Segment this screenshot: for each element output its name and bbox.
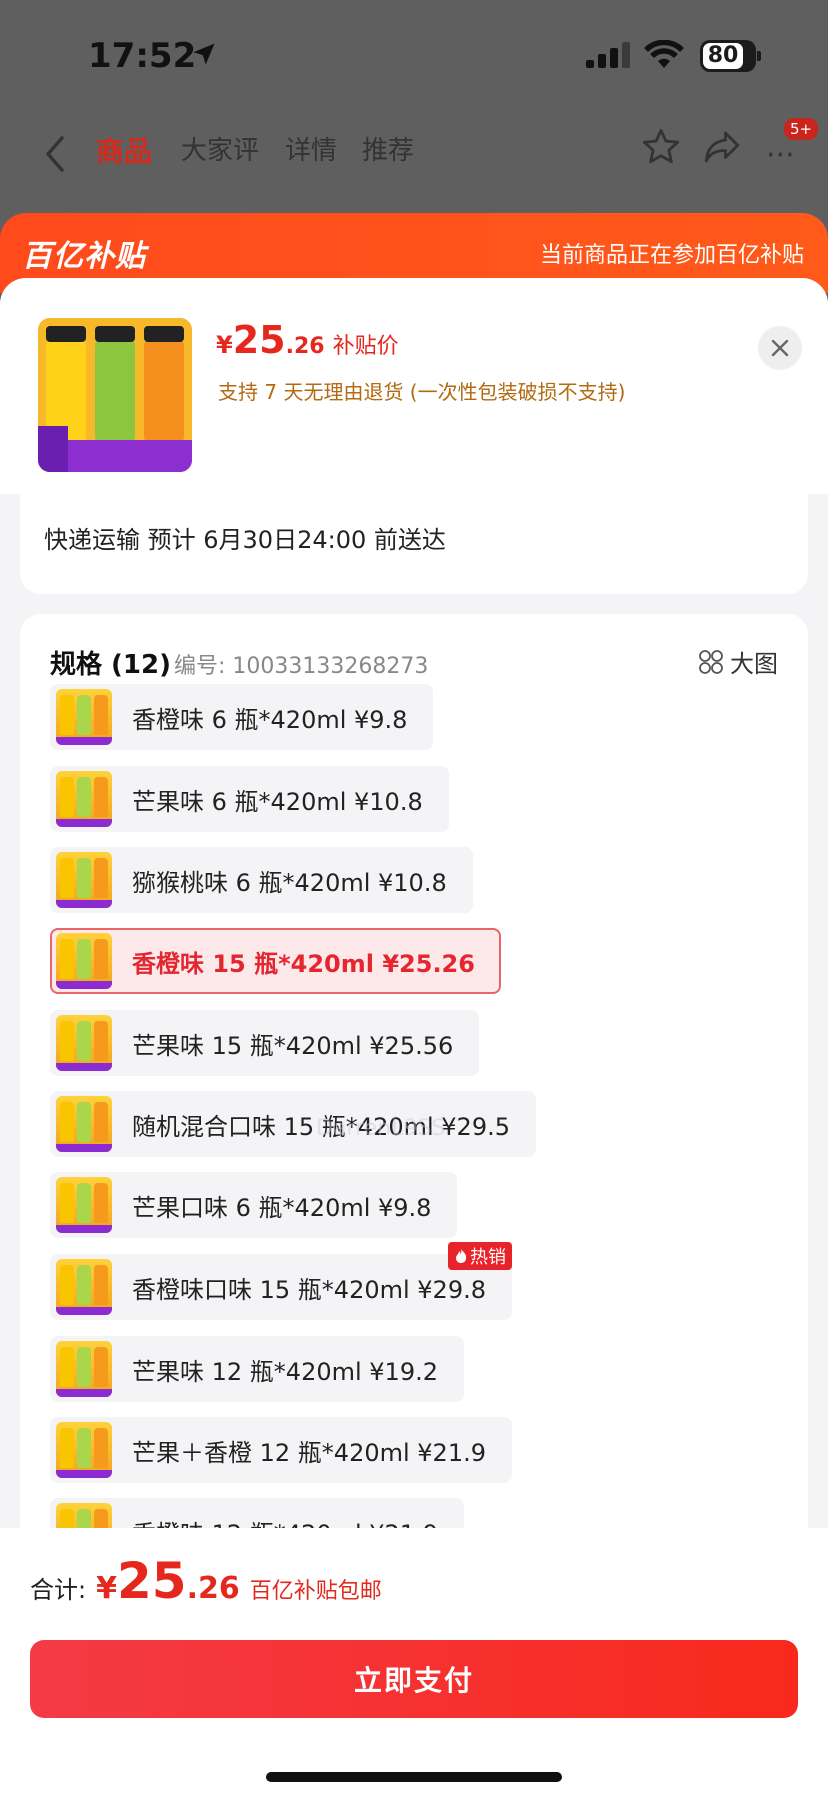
spec-option[interactable]: 香橙味口味 15 瓶*420ml ¥29.8 热销: [50, 1242, 512, 1320]
spec-thumbnail: [56, 1259, 112, 1315]
spec-option[interactable]: 芒果味 12 瓶*420ml ¥19.2: [50, 1336, 464, 1402]
flame-icon: [456, 1249, 467, 1263]
shipping-card: 快递运输 预计 6月30日24:00 前送达: [20, 478, 808, 594]
battery-icon: 80: [700, 40, 761, 72]
price-decimal: .26: [285, 334, 325, 359]
price-tag: 补贴价: [332, 334, 399, 359]
total-currency: ¥: [96, 1571, 117, 1606]
price-currency: ¥: [216, 331, 233, 359]
product-image[interactable]: [38, 318, 192, 472]
grid-icon: [699, 649, 723, 674]
total-price: 合计: ¥25.26 百亿补贴包邮: [30, 1552, 382, 1610]
return-policy: 支持 7 天无理由退货 (一次性包装破损不支持): [218, 380, 626, 404]
spec-option-label: 猕猴桃味 6 瓶*420ml ¥10.8: [132, 868, 447, 897]
spec-option[interactable]: 猕猴桃味 6 瓶*420ml ¥10.8: [50, 847, 473, 913]
top-nav: 商品 大家评 详情 推荐 ··· 5+: [0, 110, 828, 190]
big-image-label: 大图: [730, 650, 778, 678]
juice-bottles-icon: [38, 318, 192, 472]
spec-thumbnail: [56, 852, 112, 908]
location-arrow-icon: [193, 43, 215, 65]
spec-option[interactable]: 芒果味 6 瓶*420ml ¥10.8: [50, 766, 449, 832]
subsidy-price: ¥25.26 补贴价: [216, 318, 399, 362]
tab-reviews[interactable]: 大家评: [181, 130, 259, 167]
spec-thumbnail: [56, 1096, 112, 1152]
clock: 17:52: [88, 36, 197, 76]
status-bar: 17:52 80: [0, 0, 828, 110]
price-integer: 25: [232, 318, 286, 362]
home-indicator[interactable]: [266, 1772, 562, 1782]
total-decimal: .26: [186, 1571, 240, 1606]
spec-option-label: 芒果＋香橙 12 瓶*420ml ¥21.9: [132, 1438, 486, 1467]
spec-option-label: 芒果口味 6 瓶*420ml ¥9.8: [132, 1193, 432, 1222]
spec-title: 规格 (12): [50, 650, 171, 680]
spec-option-label: 芒果味 12 瓶*420ml ¥19.2: [132, 1357, 438, 1386]
subsidy-logo: 百亿补贴: [22, 239, 146, 274]
more-menu-icon[interactable]: ···: [766, 138, 795, 173]
spec-thumbnail: [56, 1015, 112, 1071]
battery-level: 80: [707, 43, 739, 68]
wifi-icon: [644, 40, 684, 68]
spec-option[interactable]: 香橙味 6 瓶*420ml ¥9.8: [50, 684, 434, 750]
share-arrow-icon[interactable]: [700, 126, 744, 168]
cellular-signal-icon: [586, 42, 630, 68]
hot-sale-label: 热销: [470, 1247, 506, 1268]
spec-thumbnail: [56, 689, 112, 745]
big-image-toggle[interactable]: 大图: [698, 644, 778, 679]
spec-thumbnail: [56, 933, 112, 989]
total-label: 合计:: [30, 1576, 87, 1604]
spec-thumbnail: [56, 1341, 112, 1397]
tab-details[interactable]: 详情: [285, 130, 337, 167]
spec-option-label: 芒果味 6 瓶*420ml ¥10.8: [132, 787, 423, 816]
spec-option[interactable]: 随机混合口味 15 瓶*420ml ¥29.5: [50, 1091, 536, 1157]
message-badge: 5+: [782, 116, 821, 142]
shipping-estimate: 快递运输 预计 6月30日24:00 前送达: [44, 526, 446, 554]
spec-option-label: 香橙味 6 瓶*420ml ¥9.8: [132, 705, 408, 734]
spec-thumbnail: [56, 1422, 112, 1478]
spec-option-label: 芒果味 15 瓶*420ml ¥25.56: [132, 1031, 454, 1060]
spec-option-label: 香橙味口味 15 瓶*420ml ¥29.8: [132, 1275, 486, 1304]
spec-option[interactable]: 芒果＋香橙 12 瓶*420ml ¥21.9: [50, 1417, 512, 1483]
close-button[interactable]: [758, 326, 802, 370]
subsidy-note: 当前商品正在参加百亿补贴: [539, 243, 804, 268]
product-header: ¥25.26 补贴价 支持 7 天无理由退货 (一次性包装破损不支持): [0, 278, 828, 494]
spec-option-selected[interactable]: 香橙味 15 瓶*420ml ¥25.26: [50, 928, 501, 994]
checkout-bar: 合计: ¥25.26 百亿补贴包邮 立即支付: [0, 1528, 828, 1795]
tab-recommend[interactable]: 推荐: [362, 130, 414, 167]
tab-product[interactable]: 商品: [96, 130, 152, 170]
pay-now-button[interactable]: 立即支付: [30, 1640, 798, 1718]
close-icon: [771, 339, 789, 357]
hot-sale-badge: 热销: [448, 1242, 512, 1270]
back-chevron-icon[interactable]: [44, 136, 66, 172]
product-code: 编号: 10033133268273: [174, 654, 429, 679]
spec-option-label: 香橙味 15 瓶*420ml ¥25.26: [132, 949, 475, 978]
favorite-star-icon[interactable]: [640, 126, 682, 168]
total-integer: 25: [116, 1552, 187, 1610]
spec-thumbnail: [56, 771, 112, 827]
watermark: DarrenL9SS: [316, 1116, 446, 1141]
free-shipping-note: 百亿补贴包邮: [249, 1579, 382, 1604]
spec-thumbnail: [56, 1177, 112, 1233]
spec-option[interactable]: 芒果口味 6 瓶*420ml ¥9.8: [50, 1172, 458, 1238]
spec-option[interactable]: 芒果味 15 瓶*420ml ¥25.56: [50, 1010, 480, 1076]
